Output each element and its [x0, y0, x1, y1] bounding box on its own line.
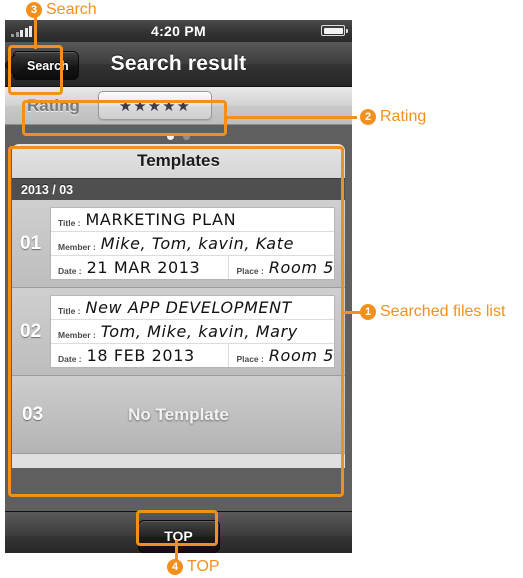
empty-row-label: No Template: [128, 404, 229, 424]
note-line-date-place: Date : 21 MAR 2013 Place : Room 5: [51, 256, 334, 279]
callout-label-4: TOP: [187, 558, 220, 575]
card-footer: [12, 454, 345, 468]
phone-screen: 4:20 PM Search Search result Rating ★★★★…: [5, 20, 352, 553]
table-row[interactable]: 01 Title : MARKETING PLAN Member : Mike,…: [12, 200, 345, 288]
row-index: 01: [20, 232, 42, 254]
note-line-title: Title : New APP DEVELOPMENT: [51, 296, 334, 320]
templates-card-title: Templates: [12, 144, 345, 178]
place-cell: Place : Room 5: [229, 344, 334, 367]
navigation-bar: Search Search result: [5, 42, 352, 87]
callout-badge-4: 4: [167, 559, 183, 575]
note-line-member: Member : Mike, Tom, kavin, Kate: [51, 232, 334, 256]
callout-label-1: Searched files list: [380, 303, 506, 320]
date-cell: Date : 21 MAR 2013: [51, 256, 230, 279]
table-row[interactable]: 02 Title : New APP DEVELOPMENT Member : …: [12, 288, 345, 376]
top-button[interactable]: TOP: [137, 519, 220, 553]
callout-top: 4 TOP: [167, 558, 220, 576]
rating-stars-button[interactable]: ★★★★★: [97, 91, 212, 120]
callout-badge-3: 3: [26, 2, 42, 18]
row-title-value: New APP DEVELOPMENT: [85, 298, 293, 317]
back-button-label: Search: [27, 58, 69, 73]
member-field-label: Member :: [58, 242, 96, 252]
callout-searched-files-list: 1 Searched files list: [360, 303, 505, 321]
note-preview: Title : New APP DEVELOPMENT Member : Tom…: [50, 295, 335, 368]
date-band: 2013 / 03: [12, 178, 345, 200]
rating-stars-value: ★★★★★: [118, 97, 192, 115]
row-place-value: Room 5: [268, 258, 334, 277]
page-indicator-dots[interactable]: [5, 129, 352, 143]
callout-search: 3 Search: [26, 1, 97, 19]
templates-card: Templates 2013 / 03 01 Title : MARKETING…: [12, 144, 345, 468]
title-field-label: Title :: [58, 218, 81, 228]
row-index: 02: [20, 320, 42, 342]
leader-line-rating: [225, 116, 357, 119]
row-member-value: Mike, Tom, kavin, Kate: [100, 234, 295, 253]
status-bar: 4:20 PM: [5, 20, 352, 42]
callout-label-2: Rating: [380, 108, 427, 125]
searched-files-list: Templates 2013 / 03 01 Title : MARKETING…: [5, 125, 352, 511]
battery-icon: [321, 25, 348, 36]
top-button-label: TOP: [164, 528, 193, 544]
callout-badge-2: 2: [360, 109, 376, 125]
row-index: 03: [22, 403, 44, 425]
row-date-value: 21 MAR 2013: [86, 258, 201, 277]
rating-bar: Rating ★★★★★: [5, 87, 352, 125]
note-line-title: Title : MARKETING PLAN: [51, 208, 334, 232]
date-field-label: Date :: [58, 266, 82, 276]
row-member-value: Tom, Mike, kavin, Mary: [100, 322, 298, 341]
signal-bars-icon: [11, 26, 32, 37]
note-preview: Title : MARKETING PLAN Member : Mike, To…: [50, 207, 335, 280]
note-line-date-place: Date : 18 FEB 2013 Place : Room 5: [51, 344, 334, 367]
callout-badge-1: 1: [360, 304, 376, 320]
page-dot-1[interactable]: [167, 132, 174, 140]
place-field-label: Place :: [236, 266, 264, 276]
callout-label-3: Search: [46, 1, 97, 18]
note-line-member: Member : Tom, Mike, kavin, Mary: [51, 320, 334, 344]
title-field-label: Title :: [58, 306, 81, 316]
rating-label: Rating: [27, 95, 80, 115]
date-cell: Date : 18 FEB 2013: [51, 344, 230, 367]
table-row-empty[interactable]: 03 No Template: [12, 376, 345, 454]
row-place-value: Room 5: [268, 346, 334, 365]
status-time: 4:20 PM: [150, 23, 206, 39]
row-date-value: 18 FEB 2013: [86, 346, 195, 365]
page-dot-2[interactable]: [183, 132, 190, 140]
member-field-label: Member :: [58, 330, 96, 340]
place-cell: Place : Room 5: [229, 256, 334, 279]
bottom-toolbar: TOP: [5, 511, 352, 553]
callout-rating: 2 Rating: [360, 108, 426, 126]
back-button-search[interactable]: Search: [13, 51, 79, 80]
page-title: Search result: [110, 52, 247, 75]
row-title-value: MARKETING PLAN: [85, 210, 237, 229]
place-field-label: Place :: [236, 354, 264, 364]
date-field-label: Date :: [58, 354, 82, 364]
